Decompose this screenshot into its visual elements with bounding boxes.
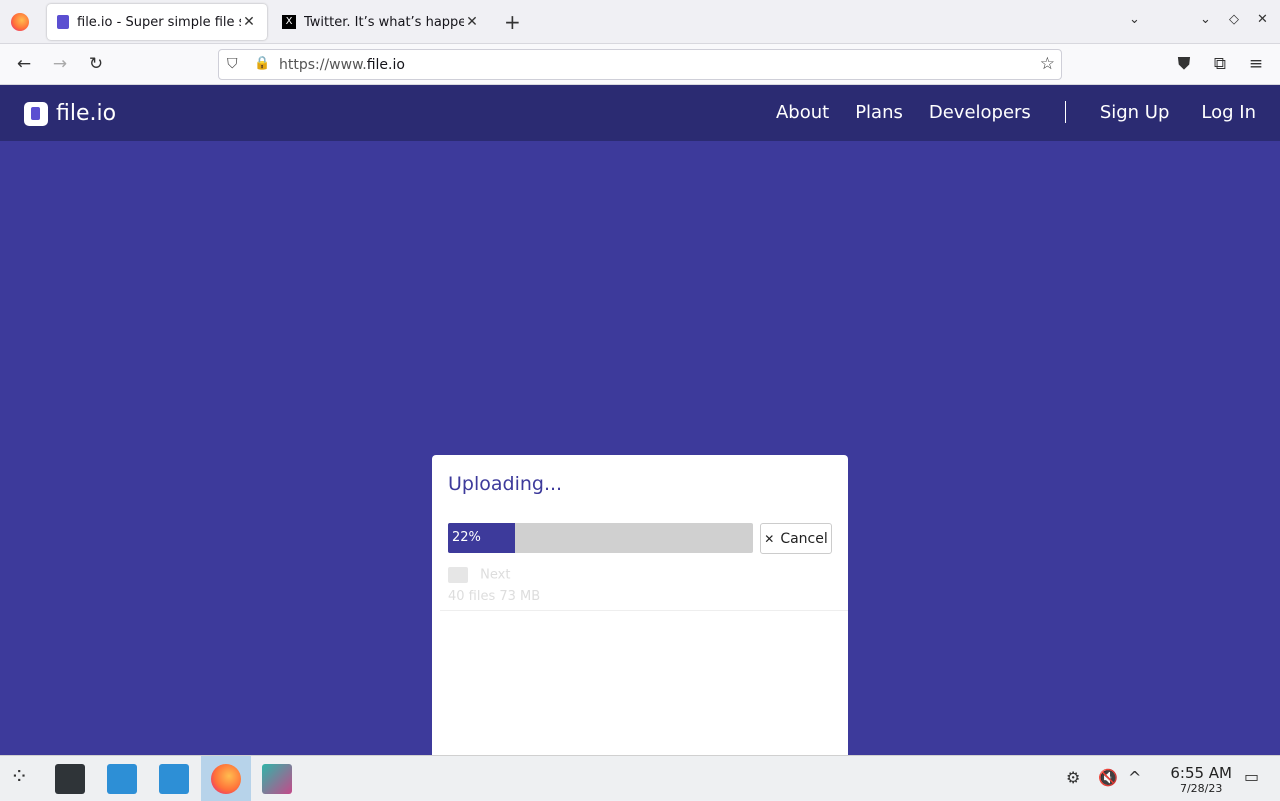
software-store-icon[interactable] xyxy=(107,764,137,794)
network-icon[interactable]: ⚙ xyxy=(1066,768,1080,787)
screenshot-tool-icon[interactable] xyxy=(262,764,292,794)
site-logo[interactable]: file.io xyxy=(24,101,116,126)
folder-icon xyxy=(448,567,468,583)
firefox-icon[interactable] xyxy=(11,13,29,31)
tab-fileio[interactable]: file.io - Super simple file sh ✕ xyxy=(47,4,267,40)
browser-nav-bar: ← → ↻ ⛉ 🔒 https://www.file.io ☆ ⛊ ⧉ ≡ xyxy=(0,44,1280,85)
close-icon[interactable]: ✕ xyxy=(464,14,480,30)
fileio-favicon-icon xyxy=(57,15,69,29)
list-all-tabs-icon[interactable]: ⌄ xyxy=(1129,12,1140,27)
fileio-logo-icon xyxy=(24,101,48,126)
volume-muted-icon[interactable]: 🔇 xyxy=(1098,768,1118,787)
new-tab-icon[interactable]: + xyxy=(504,10,521,34)
file-manager-icon[interactable] xyxy=(159,764,189,794)
next-files-summary: 40 files 73 MB xyxy=(448,589,541,604)
shield-icon[interactable]: ⛉ xyxy=(227,56,238,72)
nav-divider xyxy=(1064,101,1066,123)
nav-about-link[interactable]: About xyxy=(776,102,829,123)
chevron-up-icon[interactable]: ^ xyxy=(1128,768,1141,787)
clock[interactable]: 6:55 AM 7/28/23 xyxy=(1170,764,1232,795)
maximize-icon[interactable]: ◇ xyxy=(1229,12,1239,27)
url-bar[interactable]: ⛉ 🔒 https://www.file.io ☆ xyxy=(218,49,1062,80)
main-content: Uploading... 22% ✕ Cancel Next 40 files … xyxy=(0,141,1280,755)
tab-twitter[interactable]: X Twitter. It’s what’s happeni ✕ xyxy=(272,4,490,40)
pocket-icon[interactable]: ⛊ xyxy=(1172,52,1196,76)
close-icon[interactable]: ✕ xyxy=(241,14,257,30)
cancel-button[interactable]: ✕ Cancel xyxy=(760,523,832,554)
next-label: Next xyxy=(480,567,511,583)
nav-log-in-link[interactable]: Log In xyxy=(1201,102,1256,123)
taskbar: ⁘ ⚙ 🔇 ^ 6:55 AM 7/28/23 ▭ xyxy=(0,755,1280,801)
tab-label: Twitter. It’s what’s happeni xyxy=(304,14,464,30)
show-desktop-icon[interactable]: ▭ xyxy=(1244,767,1259,786)
system-settings-icon[interactable] xyxy=(55,764,85,794)
site-nav: About Plans Developers Sign Up Log In xyxy=(750,101,1256,123)
clock-time: 6:55 AM xyxy=(1170,764,1232,782)
app-launcher-icon[interactable]: ⁘ xyxy=(10,765,28,790)
nav-plans-link[interactable]: Plans xyxy=(855,102,903,123)
progress-label: 22% xyxy=(452,530,481,545)
nav-developers-link[interactable]: Developers xyxy=(929,102,1031,123)
bookmark-star-icon[interactable]: ☆ xyxy=(1040,54,1055,74)
lock-icon[interactable]: 🔒 xyxy=(254,56,270,71)
clock-date: 7/28/23 xyxy=(1179,782,1223,795)
nav-sign-up-link[interactable]: Sign Up xyxy=(1100,102,1170,123)
upload-progress-bar: 22% xyxy=(448,523,753,553)
x-logo-icon: X xyxy=(282,15,296,29)
progress-fill: 22% xyxy=(448,523,516,553)
menu-icon[interactable]: ≡ xyxy=(1244,52,1268,76)
tab-label: file.io - Super simple file sh xyxy=(77,14,241,30)
url-text[interactable]: https://www.file.io xyxy=(279,57,405,73)
logo-text: file.io xyxy=(56,101,117,126)
firefox-taskbar-icon[interactable] xyxy=(211,764,241,794)
close-icon: ✕ xyxy=(764,531,775,546)
back-icon[interactable]: ← xyxy=(12,52,36,76)
upload-title: Uploading... xyxy=(448,473,563,495)
site-header: file.io About Plans Developers Sign Up L… xyxy=(0,85,1280,141)
cancel-label: Cancel xyxy=(780,530,828,547)
forward-icon[interactable]: → xyxy=(48,52,72,76)
extensions-icon[interactable]: ⧉ xyxy=(1208,52,1232,76)
divider xyxy=(440,610,848,611)
upload-card: Uploading... 22% ✕ Cancel Next 40 files … xyxy=(432,455,848,755)
reload-icon[interactable]: ↻ xyxy=(84,52,108,76)
next-item: Next xyxy=(448,567,510,583)
window-close-icon[interactable]: ✕ xyxy=(1257,12,1268,27)
minimize-icon[interactable]: ⌄ xyxy=(1200,12,1211,27)
browser-tab-bar: file.io - Super simple file sh ✕ X Twitt… xyxy=(0,0,1280,44)
